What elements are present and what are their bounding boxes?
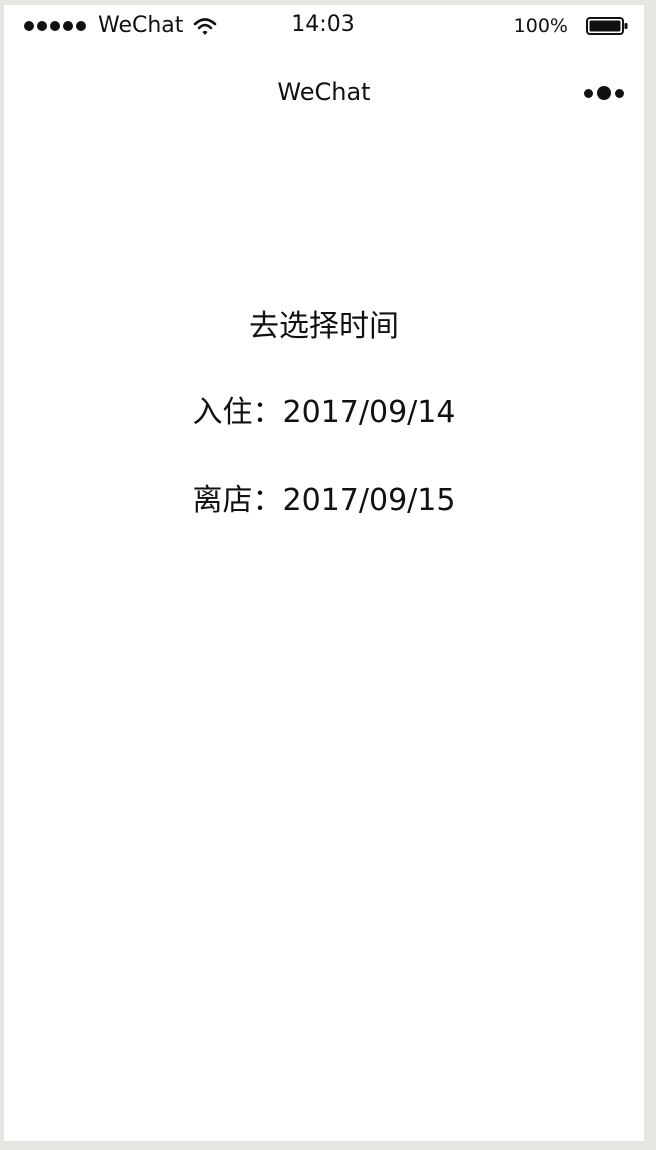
checkout-label: 离店： <box>192 483 283 518</box>
checkout-date: 2017/09/15 <box>282 483 456 518</box>
more-dots-icon <box>584 88 593 98</box>
checkin-row: 入住：2017/09/14 <box>4 393 644 433</box>
more-dots-icon <box>615 88 624 98</box>
checkin-label: 入住： <box>192 395 283 430</box>
checkin-date: 2017/09/14 <box>282 395 456 430</box>
select-time-button[interactable]: 去选择时间 <box>4 307 644 347</box>
battery-icon <box>586 17 628 35</box>
phone-screen: WeChat 14:03 100% WeChat 去选择时间 入住：2017/0… <box>4 5 644 1141</box>
status-bar: WeChat 14:03 100% <box>4 5 644 47</box>
more-options-button[interactable] <box>580 81 628 105</box>
battery-percentage: 100% <box>513 15 568 37</box>
checkout-row: 离店：2017/09/15 <box>4 481 644 521</box>
navigation-bar: WeChat <box>4 47 644 135</box>
more-dots-icon <box>597 86 611 100</box>
nav-title: WeChat <box>277 78 371 106</box>
